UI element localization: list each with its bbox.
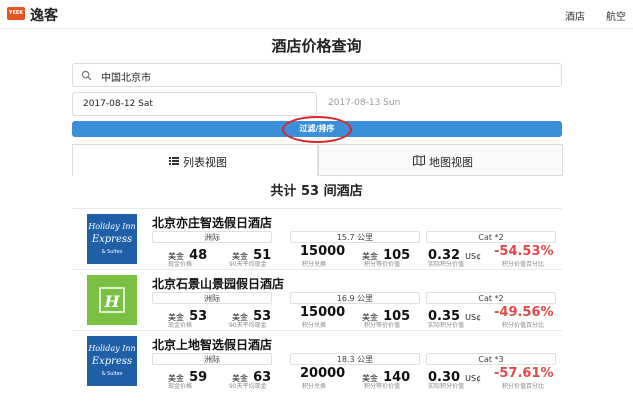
equiv-label: 积分等价价值 (364, 322, 401, 329)
checkin-date: 2017-08-12 Sat (83, 99, 153, 109)
result-count: 共计 53 间酒店 (270, 184, 363, 199)
svg-text:Holiday Inn: Holiday Inn (87, 222, 135, 231)
cent-label: US¢ (465, 374, 482, 383)
hotel-distance: 15.7 公里 (290, 231, 420, 243)
cpp-label: 实际积分价值 (428, 261, 465, 268)
tab-list-label: 列表视图 (183, 156, 227, 169)
points-value: 15000 (300, 244, 346, 259)
avg-label: 90天平均现金 (229, 383, 267, 390)
page-title: 酒店价格查询 (271, 37, 362, 55)
hotel-distance: 18.3 公里 (290, 353, 420, 365)
cash-label: 现金价格 (168, 261, 193, 268)
value-percent: -57.61% (494, 366, 554, 381)
pct-label: 积分价值百分比 (502, 383, 545, 390)
cash-label: 现金价格 (168, 322, 193, 329)
tab-map-label: 地图视图 (429, 156, 473, 169)
equiv-label: 积分等价价值 (364, 383, 401, 390)
holiday-inn-express-logo: Holiday Inn Express & Suites (87, 214, 137, 264)
pct-label: 积分价值百分比 (502, 322, 545, 329)
hotel-name[interactable]: 北京上地智选假日酒店 (152, 336, 272, 353)
checkout-date-field[interactable]: 2017-08-13 Sun (318, 92, 563, 116)
holiday-inn-logo: H (87, 275, 137, 325)
hotel-category: Cat *3 (426, 353, 556, 365)
svg-text:H: H (103, 292, 120, 311)
points-label: 积分兑换 (302, 261, 327, 268)
hotel-row[interactable]: H 北京石景山景园假日酒店 洲际 16.9 公里 Cat *2 美金 53 现金… (72, 269, 562, 330)
avg-label: 90天平均现金 (229, 322, 267, 329)
svg-text:Express: Express (91, 356, 132, 367)
search-value: 中国北京市 (101, 73, 151, 84)
hotel-name[interactable]: 北京石景山景园假日酒店 (152, 275, 284, 292)
points-label: 积分兑换 (302, 383, 327, 390)
hotel-region: 洲际 (152, 353, 272, 365)
brand-name: 逸客 (30, 8, 58, 24)
hotel-distance: 16.9 公里 (290, 292, 420, 304)
list-icon (169, 157, 179, 165)
top-bar (0, 0, 633, 29)
svg-text:Holiday Inn: Holiday Inn (87, 344, 135, 353)
cpp-label: 实际积分价值 (428, 383, 465, 390)
checkin-date-field[interactable]: 2017-08-12 Sat (72, 92, 317, 116)
hotel-row[interactable]: Holiday Inn Express & Suites 北京上地智选假日酒店 … (72, 330, 562, 391)
hotel-region: 洲际 (152, 292, 272, 304)
tab-map-view[interactable]: 地图视图 (318, 144, 563, 176)
svg-text:& Suites: & Suites (102, 371, 123, 377)
svg-text:Express: Express (91, 234, 132, 245)
cash-label: 现金价格 (168, 383, 193, 390)
hotel-category: Cat *2 (426, 292, 556, 304)
nav-hotels[interactable]: 酒店 (565, 8, 585, 23)
logo[interactable]: YEEK (7, 7, 25, 20)
pct-label: 积分价值百分比 (502, 261, 545, 268)
hotel-row[interactable]: Holiday Inn Express & Suites 北京亦庄智选假日酒店 … (72, 208, 562, 269)
map-icon (413, 155, 425, 166)
tab-list-view[interactable]: 列表视图 (72, 144, 318, 176)
highlight-circle (282, 116, 352, 143)
points-value: 20000 (300, 366, 346, 381)
holiday-inn-express-logo: Holiday Inn Express & Suites (87, 336, 137, 386)
search-input[interactable]: 中国北京市 (72, 63, 562, 87)
value-percent: -49.56% (494, 305, 554, 320)
checkout-date: 2017-08-13 Sun (328, 98, 401, 108)
points-label: 积分兑换 (302, 322, 327, 329)
cent-label: US¢ (465, 313, 482, 322)
points-value: 15000 (300, 305, 346, 320)
search-icon (81, 70, 92, 81)
equiv-label: 积分等价价值 (364, 261, 401, 268)
cent-label: US¢ (465, 252, 482, 261)
svg-text:& Suites: & Suites (102, 249, 123, 255)
hotel-name[interactable]: 北京亦庄智选假日酒店 (152, 214, 272, 231)
avg-label: 90天平均现金 (229, 261, 267, 268)
value-percent: -54.53% (494, 244, 554, 259)
nav-airlines[interactable]: 航空 (606, 8, 626, 23)
hotel-category: Cat *2 (426, 231, 556, 243)
cpp-label: 实际积分价值 (428, 322, 465, 329)
hotel-region: 洲际 (152, 231, 272, 243)
